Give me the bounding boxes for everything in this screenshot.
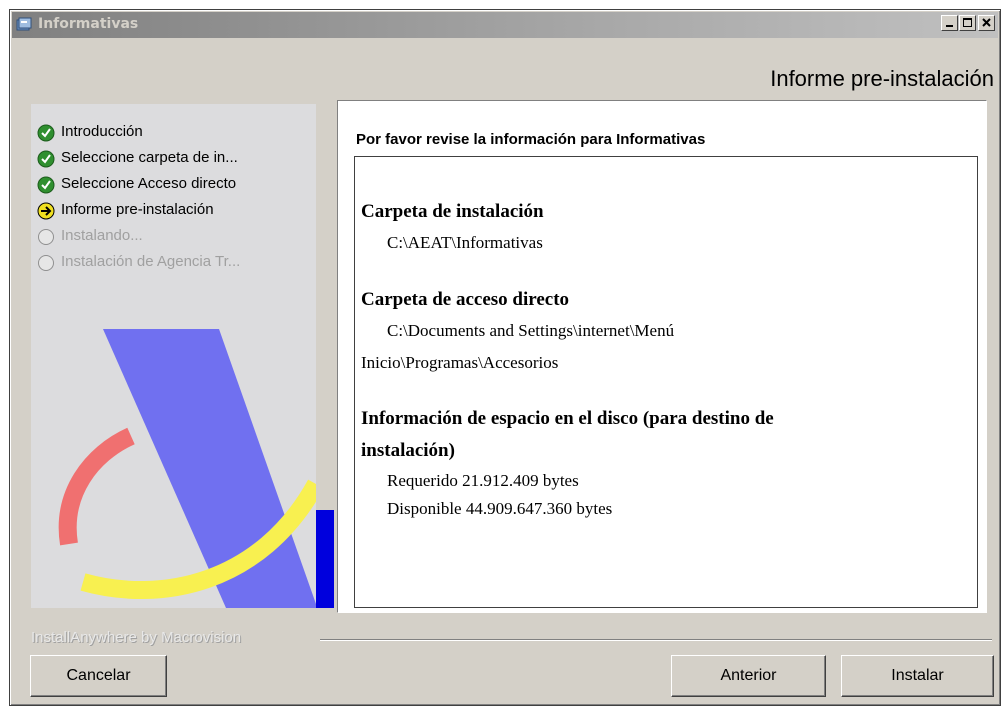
logo-blue-edge [316, 510, 334, 608]
content-panel: Por favor revise la información para Inf… [337, 100, 987, 613]
empty-circle-icon [38, 255, 54, 271]
install-folder-value: C:\AEAT\Informativas [387, 233, 543, 252]
installer-window: Informativas Informe pre-instalación Int [9, 9, 1001, 706]
close-icon [982, 18, 991, 27]
footer-divider [320, 639, 992, 641]
steps-panel: Introducción Seleccione carpeta de in...… [31, 104, 316, 608]
title-bar[interactable]: Informativas [12, 12, 998, 38]
install-button[interactable]: Instalar [841, 655, 994, 697]
check-circle-icon [37, 124, 55, 142]
window-title: Informativas [38, 16, 139, 32]
check-circle-icon [37, 176, 55, 194]
summary-box[interactable]: Carpeta de instalación C:\AEAT\Informati… [354, 156, 978, 608]
app-icon [16, 17, 32, 31]
maximize-button[interactable] [959, 15, 976, 31]
shortcut-folder-value-line2: Inicio\Programas\Accesorios [361, 353, 559, 372]
arrow-circle-icon [37, 202, 55, 220]
back-button[interactable]: Anterior [671, 655, 826, 697]
maximize-icon [963, 18, 972, 27]
check-circle-icon [37, 150, 55, 168]
cancel-button[interactable]: Cancelar [30, 655, 167, 697]
minimize-icon [946, 25, 953, 27]
minimize-button[interactable] [941, 15, 958, 31]
step-title: Informe pre-instalación [770, 66, 994, 91]
shortcut-folder-value-line1: C:\Documents and Settings\internet\Menú [387, 321, 675, 340]
disk-required: Requerido 21.912.409 bytes [387, 471, 579, 490]
disk-available: Disponible 44.909.647.360 bytes [387, 499, 613, 518]
shortcut-folder-heading: Carpeta de acceso directo [361, 289, 570, 310]
close-button[interactable] [978, 15, 995, 31]
empty-circle-icon [38, 229, 54, 245]
review-prompt: Por favor revise la información para Inf… [356, 131, 706, 148]
disk-space-heading-line1: Información de espacio en el disco (para… [361, 408, 774, 429]
install-folder-heading: Carpeta de instalación [361, 201, 544, 222]
disk-space-heading-line2: instalación) [361, 440, 455, 461]
installer-branding: InstallAnywhere by Macrovision [31, 629, 242, 646]
